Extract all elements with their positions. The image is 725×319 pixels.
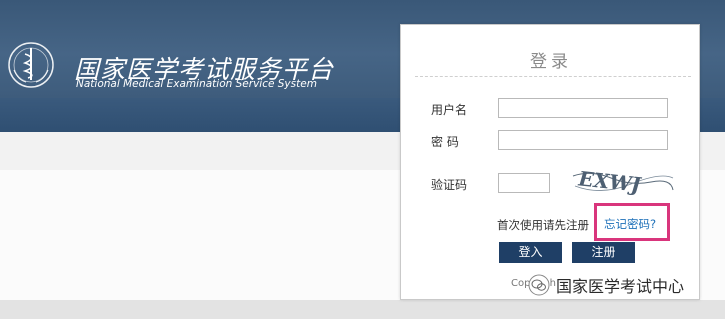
medical-emblem-icon [8,42,54,88]
title-divider [415,76,691,77]
register-hint: 首次使用请先注册 [497,218,589,232]
login-title: 登录 [530,52,572,72]
wechat-icon [528,274,550,296]
captcha-input[interactable] [498,173,550,193]
forgot-password-highlight: 忘记密码? [594,203,670,241]
captcha-label: 验证码 [431,178,468,192]
captcha-image[interactable]: EXWJ [571,168,675,198]
username-label: 用户名 [431,103,468,117]
captcha-text: EXWJ [575,168,644,197]
watermark: 国家医学考试中心 [528,272,684,298]
footer-bar [0,300,725,319]
login-panel: 登录 用户名 密 码 验证码 EXWJ 首次使用请先注册 忘记密码? 登入 注册… [400,24,700,300]
forgot-password-link[interactable]: 忘记密码? [604,216,656,232]
register-button[interactable]: 注册 [572,242,635,263]
login-button[interactable]: 登入 [499,242,562,263]
watermark-text: 国家医学考试中心 [556,277,685,296]
password-label: 密 码 [431,135,459,149]
username-input[interactable] [498,98,668,118]
site-subtitle: National Medical Examination Service Sys… [76,78,317,90]
password-input[interactable] [498,130,668,150]
